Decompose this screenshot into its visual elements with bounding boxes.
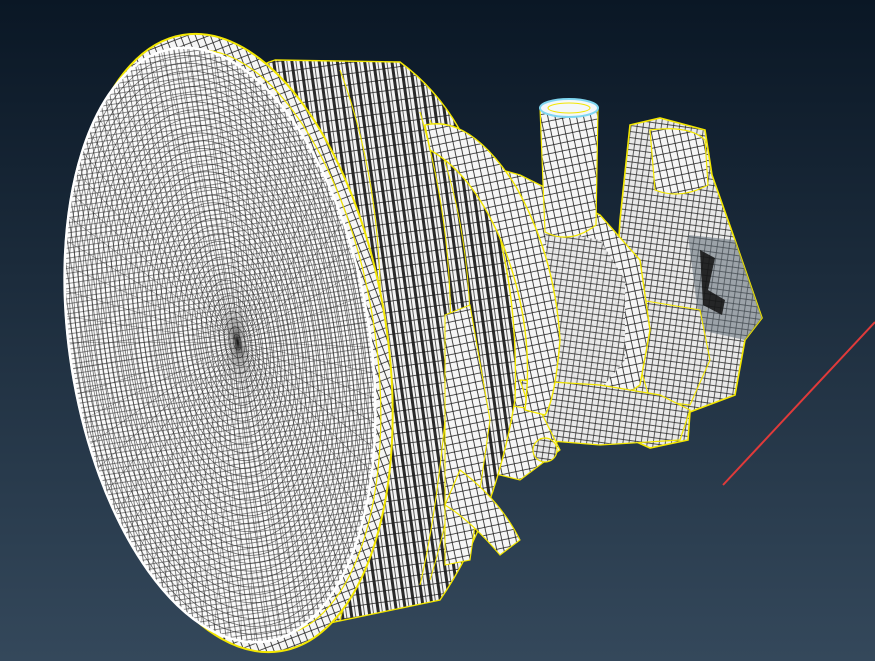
- top-pipe: [539, 98, 599, 238]
- mesh-scene[interactable]: [0, 0, 875, 661]
- pipe-opening: [539, 98, 599, 118]
- 3d-viewport[interactable]: [0, 0, 875, 661]
